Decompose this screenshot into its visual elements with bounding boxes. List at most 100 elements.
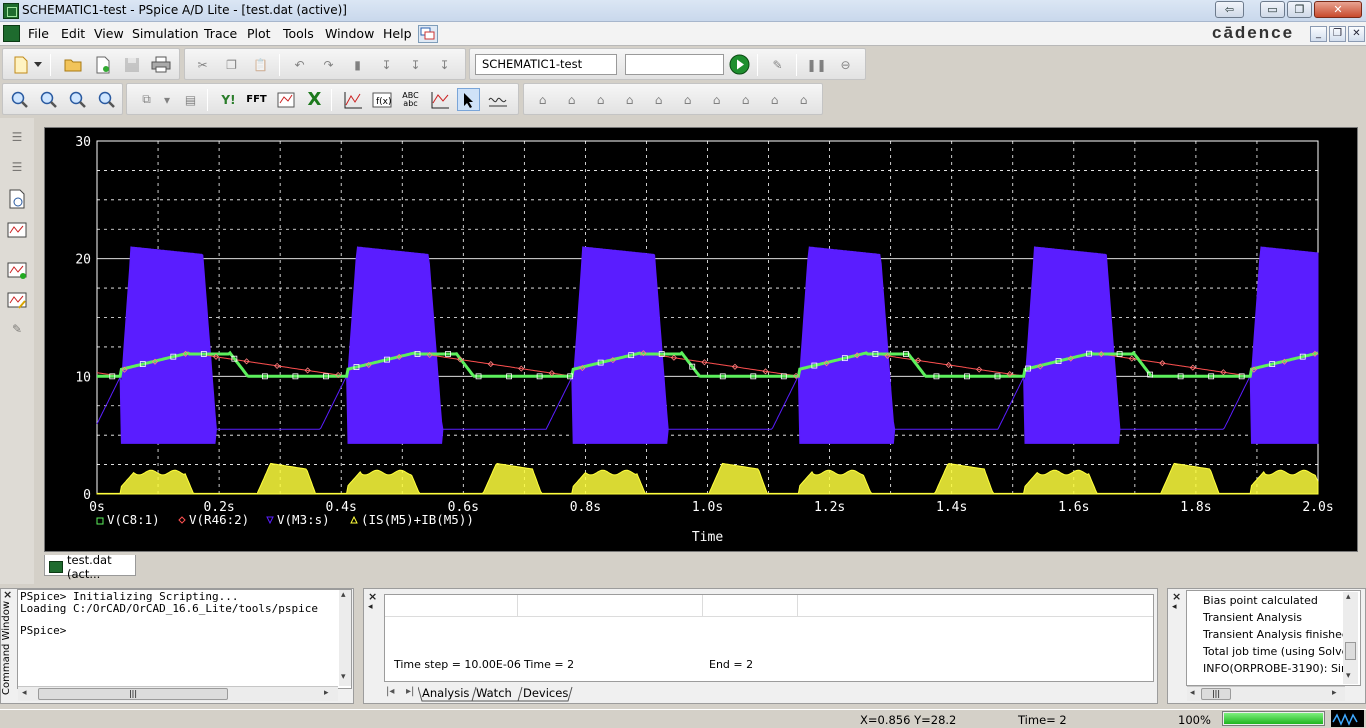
cursor-max-icon[interactable]: ⌂ — [647, 88, 670, 111]
copy-icon[interactable]: ❐ — [220, 53, 243, 76]
print-icon[interactable] — [149, 53, 172, 76]
menu-plot[interactable]: Plot — [247, 26, 271, 41]
menu-window[interactable]: Window — [325, 26, 374, 41]
output-line: Transient Analysis finished — [1203, 628, 1349, 641]
power-marker-icon[interactable]: ↧ — [433, 53, 456, 76]
undo-icon[interactable]: ↶ — [288, 53, 311, 76]
command-hscroll[interactable]: ◂ ||| ▸ — [18, 686, 338, 701]
tile-windows-icon[interactable] — [418, 25, 438, 43]
menu-file[interactable]: File — [28, 26, 49, 41]
mark-data-points-icon[interactable]: ⌂ — [792, 88, 815, 111]
pause-icon[interactable]: ❚❚ — [805, 53, 828, 76]
axis-dropdown-icon[interactable]: ▾ — [161, 88, 173, 111]
stop-icon[interactable]: ⊖ — [834, 53, 857, 76]
y-axis-settings-icon[interactable]: Y! — [217, 88, 240, 111]
menu-tools[interactable]: Tools — [283, 26, 314, 41]
run-waveform-icon[interactable] — [6, 260, 28, 282]
command-hscroll-thumb[interactable]: ||| — [38, 688, 228, 700]
menu-view[interactable]: View — [94, 26, 124, 41]
edit-simulation-settings-icon[interactable]: ✎ — [766, 53, 789, 76]
cmd-line: Loading C:/OrCAD/OrCAD_16.6_Lite/tools/p… — [20, 601, 319, 615]
waveform-chart[interactable]: 0s 0.2s 0.4s 0.6s 0.8s 1.0s 1.2s 1.4s 1.6s 1.8s 2.… — [45, 128, 1357, 551]
status-pin-icon[interactable]: ◂ — [368, 602, 373, 612]
fft-icon[interactable]: FFT — [245, 88, 268, 111]
command-vscroll[interactable]: ▴ ▾ — [339, 590, 351, 686]
mark-label-icon[interactable] — [428, 88, 451, 111]
new-dropdown-icon[interactable] — [32, 53, 44, 76]
performance-analysis-icon[interactable] — [274, 88, 297, 111]
results-icon[interactable]: ☰ — [6, 156, 28, 178]
close-button[interactable]: ✕ — [1314, 1, 1362, 18]
view-simulation-output-icon[interactable] — [6, 188, 28, 210]
cursor-search-icon[interactable]: ⌂ — [705, 88, 728, 111]
select-pointer-icon[interactable] — [457, 88, 480, 111]
output-vscroll[interactable]: ▴ ▾ — [1343, 592, 1358, 684]
cut-icon[interactable]: ✂ — [191, 53, 214, 76]
zoom-fit-icon[interactable] — [95, 88, 118, 111]
status-bar: X=0.856 Y=28.2 Time= 2 100% — [0, 709, 1366, 728]
redo-icon[interactable]: ↷ — [317, 53, 340, 76]
restore-button[interactable]: ❐ — [1287, 1, 1312, 18]
cursor-prev-transition-icon[interactable]: ⌂ — [763, 88, 786, 111]
cursor-slope-icon[interactable]: ⌂ — [589, 88, 612, 111]
tab-test-dat[interactable]: test.dat (act... — [44, 553, 136, 581]
log-y-axis-icon[interactable]: ▤ — [179, 88, 202, 111]
text-label-icon[interactable]: ABC abc — [399, 88, 422, 111]
menu-trace[interactable]: Trace — [204, 26, 237, 41]
y-tick-label: 20 — [75, 253, 91, 268]
place-marker-icon[interactable]: ▮ — [346, 53, 369, 76]
back-button[interactable]: ⇦ — [1215, 1, 1244, 18]
file-toolbar — [2, 48, 180, 80]
edit-waveform-icon[interactable] — [6, 290, 28, 312]
simulation-toolbar: SCHEMATIC1-test ✎ ❚❚ ⊖ — [469, 48, 866, 80]
menu-edit[interactable]: Edit — [61, 26, 85, 41]
pspice-app-icon[interactable] — [3, 3, 19, 19]
cmd-prompt[interactable]: PSpice> — [20, 625, 318, 637]
menu-bar: File Edit View Simulation Trace Plot Too… — [0, 22, 1366, 46]
log-x-axis-icon[interactable]: ⧉ — [135, 88, 158, 111]
zoom-level: 100% — [1178, 713, 1211, 727]
output-pin-icon[interactable]: ◂ — [1172, 602, 1177, 612]
cursor-toolbar: ⌂ ⌂ ⌂ ⌂ ⌂ ⌂ ⌂ ⌂ ⌂ ⌂ — [523, 83, 823, 115]
properties-icon[interactable]: ☰ — [6, 126, 28, 148]
evaluate-measurement-icon[interactable]: f(x) — [370, 88, 393, 111]
simulation-profile-select[interactable]: SCHEMATIC1-test — [475, 54, 617, 75]
probe-plot-window[interactable]: 0s 0.2s 0.4s 0.6s 0.8s 1.0s 1.2s 1.4s 1.6s 1.8s 2.… — [44, 127, 1358, 552]
delete-icon[interactable]: ✎ — [6, 318, 28, 340]
output-hscroll[interactable]: ◂ ||| ▸ — [1187, 686, 1345, 701]
open-icon[interactable] — [61, 53, 84, 76]
current-marker-icon[interactable]: ↧ — [404, 53, 427, 76]
zoom-area-icon[interactable] — [66, 88, 89, 111]
left-toolbar: ☰ ☰ ✎ — [0, 118, 34, 584]
add-trace-icon[interactable] — [341, 88, 364, 111]
document-menu-icon[interactable] — [3, 25, 20, 42]
excel-export-icon[interactable]: X — [303, 88, 326, 111]
cursor-trough-icon[interactable]: ⌂ — [560, 88, 583, 111]
profile-secondary-field[interactable] — [625, 54, 724, 75]
cursor-peak-icon[interactable]: ⌂ — [531, 88, 554, 111]
cursor-point-icon[interactable]: ⌂ — [676, 88, 699, 111]
legend-marker — [96, 517, 104, 525]
minimize-button[interactable]: ▭ — [1260, 1, 1285, 18]
tab-scroll-right-icon[interactable]: ▸| — [406, 686, 414, 697]
cursor-next-transition-icon[interactable]: ⌂ — [734, 88, 757, 111]
zoom-in-icon[interactable] — [8, 88, 31, 111]
mdi-minimize-button[interactable]: _ — [1310, 26, 1327, 42]
zoom-out-icon[interactable] — [37, 88, 60, 111]
menu-simulation[interactable]: Simulation — [132, 26, 199, 41]
voltage-marker-icon[interactable]: ↧ — [375, 53, 398, 76]
new-simulation-profile-icon[interactable] — [91, 53, 114, 76]
view-waveform-icon[interactable] — [6, 220, 28, 242]
cursor-min-icon[interactable]: ⌂ — [618, 88, 641, 111]
mdi-close-button[interactable]: ✕ — [1348, 26, 1365, 42]
output-hscroll-thumb[interactable]: ||| — [1201, 688, 1231, 700]
mdi-restore-button[interactable]: ❐ — [1329, 26, 1346, 42]
menu-help[interactable]: Help — [383, 26, 412, 41]
tab-scroll-left-icon[interactable]: |◂ — [386, 686, 394, 697]
run-icon[interactable] — [728, 53, 751, 76]
new-icon[interactable] — [9, 53, 32, 76]
cursor-display-icon[interactable] — [486, 88, 509, 111]
save-icon[interactable] — [120, 53, 143, 76]
paste-icon[interactable]: 📋 — [249, 53, 272, 76]
output-line: Transient Analysis — [1203, 611, 1302, 624]
